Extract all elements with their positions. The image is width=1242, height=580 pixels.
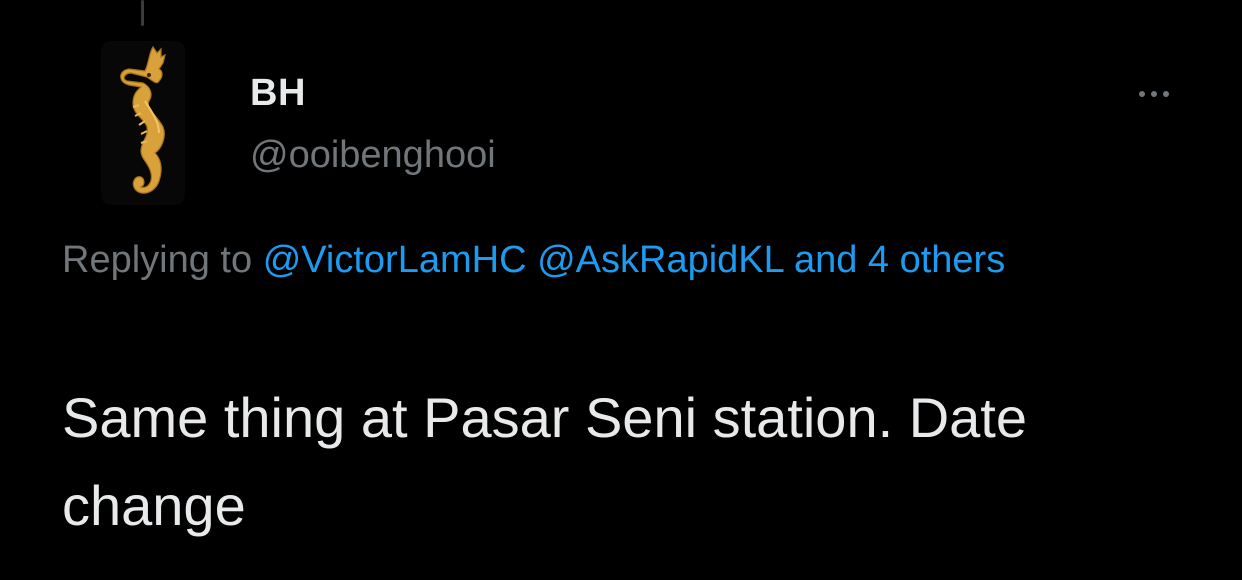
more-horizontal-icon bbox=[1151, 91, 1157, 97]
author-handle[interactable]: @ooibenghooi bbox=[250, 134, 496, 177]
mention-link[interactable]: @AskRapidKL bbox=[537, 239, 783, 281]
tweet-text: Same thing at Pasar Seni station. Date c… bbox=[62, 386, 1027, 537]
reply-prefix: Replying to bbox=[62, 239, 253, 281]
reply-context: Replying to @VictorLamHC @AskRapidKL and… bbox=[62, 228, 1142, 292]
seahorse-icon bbox=[101, 41, 185, 205]
author-display-name[interactable]: BH bbox=[250, 72, 306, 115]
avatar[interactable] bbox=[101, 41, 185, 205]
more-options-button[interactable] bbox=[1128, 80, 1180, 108]
more-horizontal-icon bbox=[1139, 91, 1145, 97]
mention-link[interactable]: @VictorLamHC bbox=[263, 239, 527, 281]
more-horizontal-icon bbox=[1163, 91, 1169, 97]
others-link[interactable]: and 4 others bbox=[794, 239, 1005, 281]
thread-connector-line bbox=[141, 0, 144, 26]
